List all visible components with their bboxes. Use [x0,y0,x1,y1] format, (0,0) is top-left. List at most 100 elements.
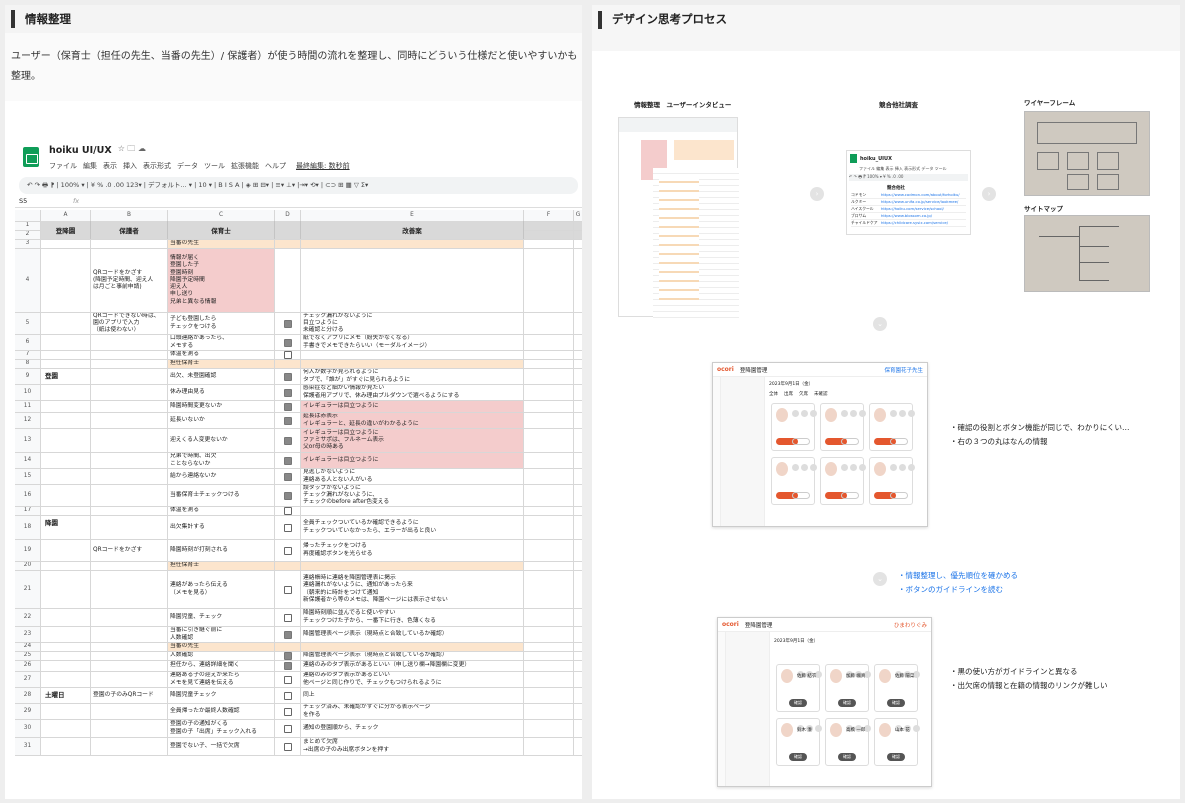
checkbox[interactable] [283,338,292,347]
row-number[interactable]: 28 [15,688,41,703]
checkbox[interactable] [283,662,292,670]
child-card[interactable] [820,457,866,505]
cell-c[interactable]: 登園でない子、一括で欠席 [168,738,275,755]
cell-e[interactable]: イレギュラーは目立つように [301,401,524,412]
checkbox[interactable] [283,436,292,445]
cell-a[interactable] [41,720,91,737]
menu-item[interactable]: 表示 [103,161,117,171]
checkbox[interactable] [283,742,292,751]
checkbox[interactable] [283,630,292,639]
cell-e[interactable]: 見逃しがないように 連絡ある人とない人がいる [301,469,524,484]
app-tab[interactable]: 全体 [769,391,778,397]
column-header[interactable]: F [524,210,574,221]
cell-a[interactable] [41,738,91,755]
cell-f[interactable] [524,643,574,651]
cell-f[interactable] [524,688,574,703]
column-header[interactable]: D [275,210,301,221]
cell-d[interactable] [275,540,301,561]
cell-b[interactable] [91,369,168,384]
cell-d[interactable] [275,516,301,539]
checkbox[interactable] [283,472,292,481]
cell-e[interactable]: チェック済み、未確認がすぐに分かる表示ページ を作る [301,704,524,719]
cell-g[interactable] [574,540,582,561]
cell-c[interactable]: 給から連絡ないか [168,469,275,484]
cell-c[interactable]: 降園児童、チェック [168,609,275,626]
column-header[interactable]: A [41,210,91,221]
cell-d[interactable] [275,672,301,687]
child-card[interactable]: 高橋 一郎 確認 [825,718,871,766]
cell-b[interactable]: QRコードをかざす (降園予定時間、迎え人 は月ごと事前申請) [91,249,168,312]
cell-g[interactable] [574,562,582,570]
cell-b[interactable] [91,351,168,359]
cell-a[interactable] [41,704,91,719]
cell-e[interactable]: 延長は赤表示 イレギュラーと、延長の違いがわかるように [301,413,524,428]
column-header[interactable]: C [168,210,275,221]
cell-b[interactable] [91,413,168,428]
cell-c[interactable]: 兄弟で時間、出欠 ことならないか [168,453,275,468]
cell-d[interactable] [275,627,301,642]
cell-g[interactable] [574,231,582,239]
cell-b[interactable]: QRコードできない時は、 園のアプリで入力 （紙は使わない） [91,313,168,334]
cell-e[interactable]: 降園管理表ページ表示（現時点と合致しているか確認） [301,627,524,642]
cell-b[interactable] [91,240,168,248]
row-number[interactable]: 19 [15,540,41,561]
cell-a[interactable] [41,240,91,248]
menu-item[interactable]: 拡張機能 [231,161,259,171]
column-header[interactable]: G [574,210,582,221]
cell-b[interactable] [91,385,168,400]
cell-e[interactable]: 紙でなくアプリにメモ（紛失がなくなる） 手書きでメモできたらいい（モーダルイメー… [301,335,524,350]
cell-g[interactable] [574,738,582,755]
cell-b[interactable] [91,609,168,626]
cell-d[interactable] [275,413,301,428]
last-edit-link[interactable]: 最終編集: 数秒前 [296,161,350,171]
cell-b[interactable] [91,704,168,719]
cell-d[interactable] [275,360,301,368]
cell-f[interactable] [524,351,574,359]
checkbox[interactable] [283,491,292,500]
row-number[interactable]: 1 [15,222,41,230]
cell-e[interactable] [301,240,524,248]
cell-c[interactable]: 登園の子の通知がくる 登園の子「出席」チェック入れる [168,720,275,737]
cell-c[interactable]: 迎えくる人変更ないか [168,429,275,452]
row-number[interactable]: 26 [15,661,41,671]
cell-g[interactable] [574,249,582,312]
cell-a[interactable] [41,672,91,687]
confirm-button[interactable]: 確認 [789,753,807,761]
cell-a[interactable] [41,401,91,412]
cell-f[interactable] [524,516,574,539]
checkbox[interactable] [283,351,292,359]
row-number[interactable]: 12 [15,413,41,428]
cell-f[interactable] [524,429,574,452]
cell-c[interactable]: 子ども登園したら チェックをつける [168,313,275,334]
row-number[interactable]: 13 [15,429,41,452]
checkbox[interactable] [283,402,292,411]
column-header[interactable]: E [301,210,524,221]
cell-e[interactable]: 通知の登園順から、チェック [301,720,524,737]
row-number[interactable]: 17 [15,507,41,515]
cell-d[interactable] [275,469,301,484]
cell-e[interactable] [301,562,524,570]
cell-f[interactable] [524,627,574,642]
cell-e[interactable]: まとめて欠席 →出席の子のみ出席ボタンを押す [301,738,524,755]
cell-e[interactable]: イレギュラーは目立つように [301,453,524,468]
row-number[interactable]: 7 [15,351,41,359]
confirm-button[interactable]: 確認 [789,699,807,707]
cell-c[interactable]: 人数確認 [168,652,275,660]
cell-c[interactable]: 情報が届く 登園した子 登園時刻 降園予定時間 迎え人 申し送り 兄弟と異なる情… [168,249,275,312]
checkbox[interactable] [283,372,292,381]
cell-e[interactable]: 降園時刻順に並んでると使いやすい チェックつけた子から、一番下に行き、色薄くなる [301,609,524,626]
cell-b[interactable] [91,738,168,755]
app-tab[interactable]: 欠席 [799,391,808,397]
child-card[interactable]: 山本 花確認 [874,718,920,766]
cell-d[interactable] [275,240,301,248]
checkbox[interactable] [283,523,292,532]
cell-g[interactable] [574,453,582,468]
row-number[interactable]: 20 [15,562,41,570]
checkbox[interactable] [283,546,292,555]
cell-c[interactable]: 連絡ある子の迎えが来たら メモを見て連絡を伝える [168,672,275,687]
cell-e[interactable]: 誤タップがないように チェック漏れがないように、 チェックのbefore aft… [301,485,524,506]
cell-g[interactable] [574,413,582,428]
row-number[interactable]: 31 [15,738,41,755]
cell-c[interactable]: 降園児童チェック [168,688,275,703]
cell-f[interactable] [524,652,574,660]
